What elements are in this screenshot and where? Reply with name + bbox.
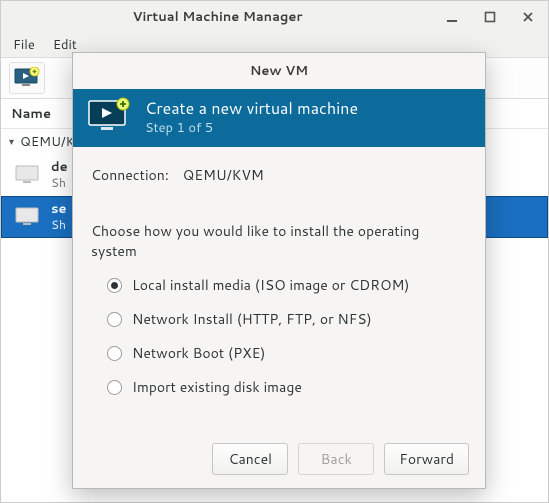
radio-local-media[interactable]: Local install media (ISO image or CDROM) (107, 275, 467, 295)
radio-network-install[interactable]: Network Install (HTTP, FTP, or NFS) (107, 309, 467, 329)
radio-label: Network Boot (PXE) (132, 343, 265, 363)
radio-import-disk[interactable]: Import existing disk image (107, 377, 467, 397)
radio-icon (107, 380, 122, 395)
expand-arrow-icon[interactable]: ▾ (9, 135, 14, 149)
radio-pxe[interactable]: Network Boot (PXE) (107, 343, 467, 363)
vm-create-icon (87, 97, 131, 140)
radio-label: Import existing disk image (132, 377, 302, 397)
forward-button[interactable]: Forward (384, 443, 469, 475)
radio-icon (107, 312, 122, 327)
minimize-icon[interactable] (446, 11, 462, 23)
close-icon[interactable] (522, 11, 538, 23)
main-window-title: Virtual Machine Manager (11, 8, 424, 26)
dialog-title: New VM (250, 62, 308, 80)
dialog-header-step: Step 1 of 5 (145, 120, 358, 137)
cancel-button[interactable]: Cancel (212, 443, 288, 475)
main-titlebar: Virtual Machine Manager (1, 1, 548, 33)
back-button: Back (298, 443, 374, 475)
dialog-body: Connection: QEMU/KVM Choose how you woul… (73, 147, 485, 430)
monitor-icon (13, 206, 41, 228)
column-name[interactable]: Name (11, 105, 51, 123)
radio-label: Network Install (HTTP, FTP, or NFS) (132, 309, 372, 329)
vm-state: Sh (51, 176, 68, 190)
install-method-radiogroup: Local install media (ISO image or CDROM)… (91, 275, 467, 397)
radio-icon (107, 346, 122, 361)
connection-field: Connection: QEMU/KVM (91, 165, 467, 185)
dialog-titlebar: New VM (73, 53, 485, 89)
new-vm-toolbar-button[interactable] (9, 62, 45, 94)
monitor-icon (13, 164, 41, 186)
connection-value: QEMU/KVM (183, 165, 264, 185)
dialog-header: Create a new virtual machine Step 1 of 5 (73, 89, 485, 147)
install-prompt: Choose how you would like to install the… (91, 221, 467, 261)
connection-label: Connection: (91, 165, 169, 185)
radio-label: Local install media (ISO image or CDROM) (132, 275, 409, 295)
radio-icon (107, 278, 122, 293)
menu-file[interactable]: File (7, 34, 41, 56)
dialog-header-title: Create a new virtual machine (145, 99, 358, 120)
dialog-action-bar: Cancel Back Forward (73, 430, 485, 488)
new-vm-dialog: New VM Create a new virtual machine Step… (72, 52, 486, 489)
maximize-icon[interactable] (484, 11, 500, 23)
vm-state: Sh (51, 218, 67, 232)
